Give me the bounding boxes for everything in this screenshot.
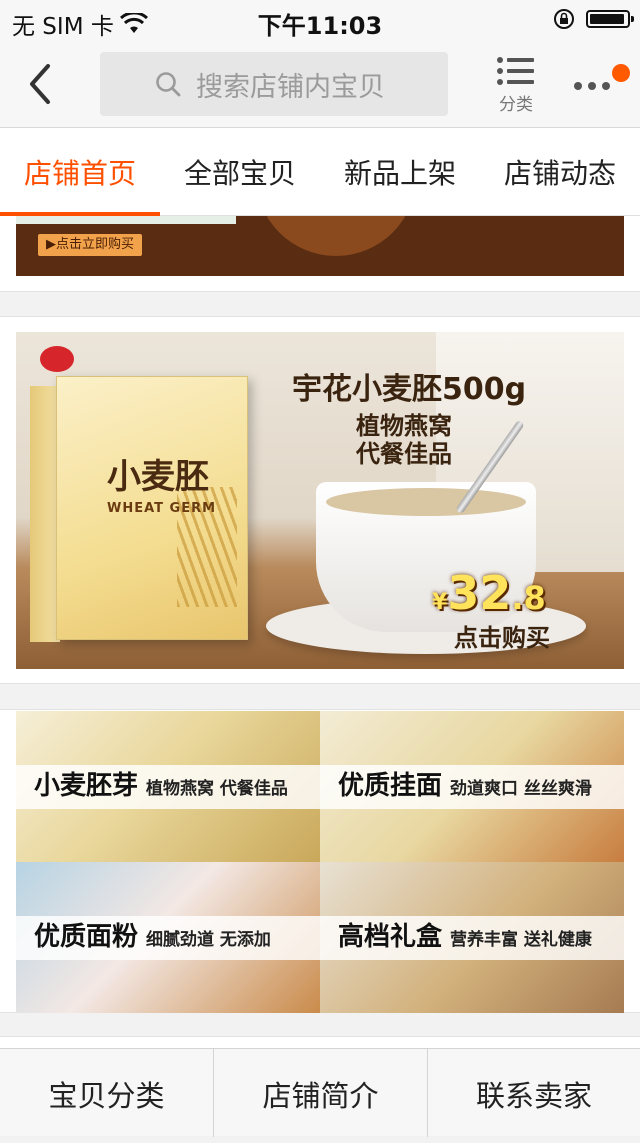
category-caption: 优质挂面 劲道爽口 丝丝爽滑 (320, 765, 624, 809)
category-grid-card: 小麦胚芽 植物燕窝 代餐佳品 优质挂面 劲道爽口 丝丝爽滑 优质面粉 细腻劲道 … (0, 709, 640, 1013)
promo-banner-wheat-germ[interactable]: 小麦胚 WHEAT GERM 宇花小麦胚500g 植物燕窝 代餐佳品 ¥32.8… (16, 332, 624, 669)
more-dots-icon (574, 82, 610, 90)
category-desc: 细腻劲道 无添加 (146, 930, 271, 950)
notification-badge (612, 64, 630, 82)
orientation-lock-icon (554, 9, 574, 29)
tab-bar: 店铺首页 全部宝贝 新品上架 店铺动态 (0, 128, 640, 216)
tab-shop-news[interactable]: 店铺动态 (480, 128, 640, 216)
banner-card-top: ▶点击立即购买 (0, 216, 640, 292)
battery-icon (586, 10, 634, 28)
banner-price: ¥32.8 (432, 566, 546, 620)
bottom-item-categories[interactable]: 宝贝分类 (0, 1049, 213, 1137)
category-tile-flour[interactable]: 优质面粉 细腻劲道 无添加 (16, 862, 320, 1013)
bowl-image (256, 216, 416, 256)
category-caption: 小麦胚芽 植物燕窝 代餐佳品 (16, 765, 320, 809)
bottom-item-contact-seller[interactable]: 联系卖家 (428, 1049, 640, 1137)
bottom-item-shop-intro[interactable]: 店铺简介 (214, 1049, 427, 1137)
price-integer: 32 (447, 566, 512, 620)
status-right (552, 7, 634, 31)
price-currency: ¥ (432, 590, 448, 615)
category-button[interactable]: 分类 (490, 56, 542, 116)
bottom-bar: 宝贝分类 店铺简介 联系卖家 (0, 1048, 640, 1137)
brand-logo (40, 346, 74, 372)
category-label: 分类 (499, 95, 533, 115)
nav-bar: 搜索店铺内宝贝 分类 (0, 40, 640, 128)
search-placeholder: 搜索店铺内宝贝 (196, 71, 385, 103)
tab-new-arrivals[interactable]: 新品上架 (320, 128, 480, 216)
list-icon (497, 57, 534, 85)
search-icon (156, 72, 181, 97)
category-desc: 植物燕窝 代餐佳品 (146, 779, 288, 799)
promo-banner-top[interactable]: ▶点击立即购买 (16, 216, 624, 276)
status-bar: 无 SIM 卡 下午11:03 (0, 0, 640, 40)
search-input[interactable]: 搜索店铺内宝贝 (100, 52, 448, 116)
category-desc: 劲道爽口 丝丝爽滑 (450, 779, 592, 799)
back-button[interactable] (22, 62, 62, 106)
shop-content[interactable]: ▶点击立即购买 小麦胚 WHEAT GERM 宇花小麦胚500g 植物燕窝 代餐… (0, 216, 640, 1048)
category-tile-noodles[interactable]: 优质挂面 劲道爽口 丝丝爽滑 (320, 711, 624, 862)
status-time: 下午11:03 (257, 12, 383, 40)
category-tile-wheat-germ[interactable]: 小麦胚芽 植物燕窝 代餐佳品 (16, 711, 320, 862)
category-caption: 优质面粉 细腻劲道 无添加 (16, 916, 320, 960)
banner-buy-cta[interactable]: 点击购买 (454, 618, 550, 653)
banner-subtitle-2: 代餐佳品 (356, 440, 452, 468)
drink-surface (326, 488, 526, 516)
tab-home[interactable]: 店铺首页 (0, 128, 160, 216)
tab-all-items[interactable]: 全部宝贝 (160, 128, 320, 216)
category-caption: 高档礼盒 营养丰富 送礼健康 (320, 916, 624, 960)
product-box-image: 小麦胚 WHEAT GERM (56, 376, 248, 640)
product-box-en-name: WHEAT GERM (107, 501, 217, 516)
category-title: 优质面粉 (34, 922, 139, 952)
category-tile-gift-box[interactable]: 高档礼盒 营养丰富 送礼健康 (320, 862, 624, 1013)
category-title: 小麦胚芽 (34, 771, 139, 801)
price-decimal: .8 (511, 579, 546, 617)
chevron-left-icon (30, 64, 50, 104)
banner-card-main: 小麦胚 WHEAT GERM 宇花小麦胚500g 植物燕窝 代餐佳品 ¥32.8… (0, 316, 640, 684)
category-title: 优质挂面 (338, 771, 443, 801)
category-desc: 营养丰富 送礼健康 (450, 930, 592, 950)
banner-title: 宇花小麦胚500g (292, 372, 527, 407)
buy-now-chip[interactable]: ▶点击立即购买 (38, 234, 142, 256)
category-title: 高档礼盒 (338, 922, 443, 952)
next-card-edge (0, 1036, 640, 1048)
product-box-name: 小麦胚 (107, 457, 209, 497)
product-packs-image (16, 216, 236, 224)
category-grid: 小麦胚芽 植物燕窝 代餐佳品 优质挂面 劲道爽口 丝丝爽滑 优质面粉 细腻劲道 … (16, 710, 624, 1013)
